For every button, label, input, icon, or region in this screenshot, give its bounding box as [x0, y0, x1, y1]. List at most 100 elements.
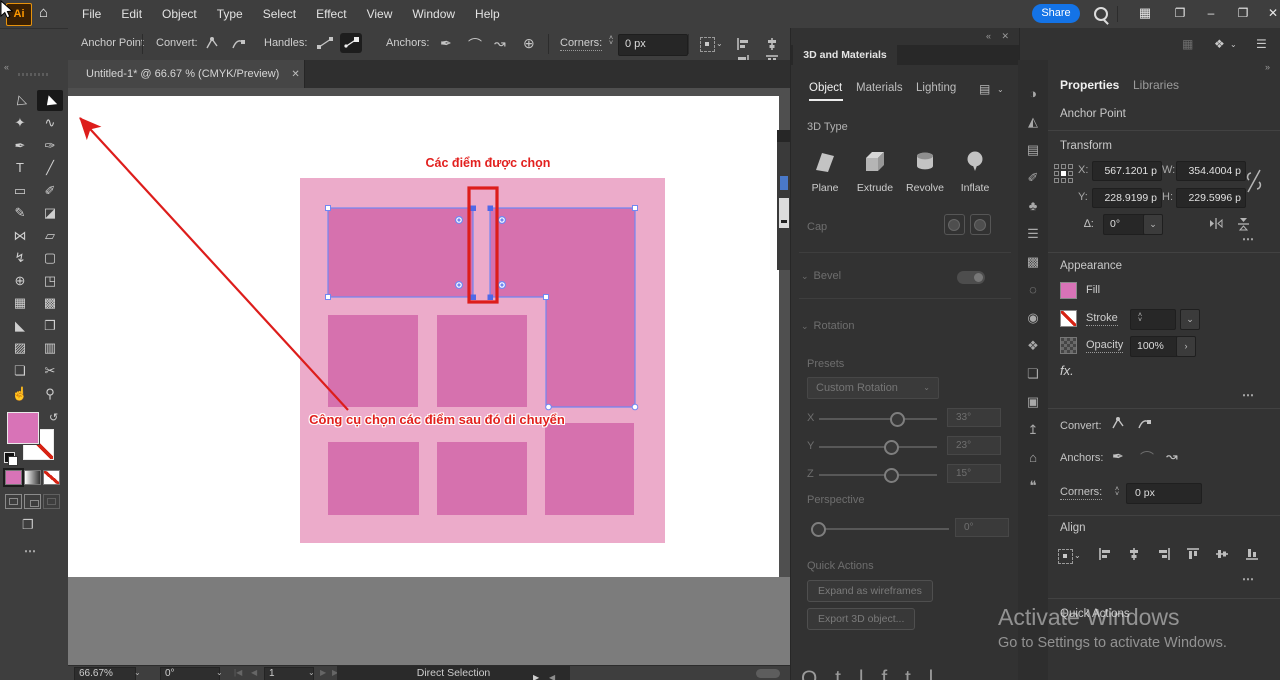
- next-artboard-icon[interactable]: ▶: [320, 668, 326, 677]
- toolbar-collapse-icon[interactable]: «: [4, 62, 9, 72]
- rotation-presets-dropdown[interactable]: Custom Rotation ⌄: [807, 377, 939, 399]
- artwork-top-left-rect[interactable]: [328, 208, 473, 297]
- props-align-top-icon[interactable]: [1186, 547, 1200, 561]
- artboard-tool[interactable]: ❏: [7, 360, 33, 381]
- color-guide-panel-icon[interactable]: ◭: [1018, 114, 1048, 130]
- appearance-more-icon[interactable]: ⋯: [1242, 388, 1256, 402]
- rotation-field[interactable]: 0°: [160, 667, 220, 680]
- shape-builder-tool[interactable]: ⊕: [7, 270, 33, 291]
- libraries-panel-icon[interactable]: ⌂: [1018, 450, 1048, 465]
- artwork-bottom-rect-3[interactable]: [545, 423, 634, 515]
- rotation-y-slider[interactable]: Y 23°: [807, 438, 1003, 454]
- stroke-weight-chevron-icon[interactable]: ⌄: [1180, 309, 1200, 330]
- column-graph-tool[interactable]: ▥: [37, 337, 63, 358]
- x-field[interactable]: 567.1201 p: [1092, 161, 1162, 181]
- comments-panel-icon[interactable]: ❝: [1018, 478, 1048, 494]
- props-align-left-icon[interactable]: [1098, 547, 1112, 561]
- minimize-button[interactable]: –: [1196, 0, 1226, 26]
- menu-type[interactable]: Type: [207, 7, 253, 21]
- prev-artboard-icon[interactable]: ◀: [251, 668, 257, 677]
- menu-help[interactable]: Help: [465, 7, 510, 21]
- zoom-tool[interactable]: ⚲: [37, 383, 63, 404]
- artboard-number-field[interactable]: 1: [264, 667, 314, 680]
- panel-tab-3d-materials[interactable]: 3D and Materials: [793, 45, 897, 65]
- type-tool[interactable]: T: [7, 157, 33, 178]
- asset-export-panel-icon[interactable]: ↥: [1018, 422, 1048, 438]
- swatches-panel-icon[interactable]: ▤: [1018, 142, 1048, 158]
- artboards-panel-icon[interactable]: ▣: [1018, 394, 1048, 410]
- corners-value-field[interactable]: 0 px: [618, 34, 688, 56]
- close-button[interactable]: ✕: [1258, 0, 1280, 26]
- eyedropper-tool[interactable]: ◣: [7, 315, 33, 336]
- color-panel-icon[interactable]: ◑: [1018, 86, 1048, 101]
- puppet-warp-tool[interactable]: ↯: [7, 247, 33, 268]
- menu-select[interactable]: Select: [253, 7, 306, 21]
- mesh-tool[interactable]: ▦: [7, 292, 33, 313]
- symbol-sprayer-tool[interactable]: ❐: [37, 315, 63, 336]
- type-extrude[interactable]: Extrude: [852, 148, 898, 194]
- eraser-tool[interactable]: ◪: [37, 202, 63, 223]
- props-convert-smooth-icon[interactable]: [1136, 416, 1152, 430]
- share-button[interactable]: Share: [1032, 4, 1080, 23]
- first-artboard-icon[interactable]: |◀: [234, 668, 242, 677]
- lasso-tool[interactable]: ∿: [37, 112, 63, 133]
- flip-vertical-icon[interactable]: [1236, 216, 1252, 231]
- corners-label[interactable]: Corners:: [560, 37, 602, 51]
- rotation-chevron-icon[interactable]: ⌄: [216, 668, 223, 677]
- symbols-panel-icon[interactable]: ♣: [1018, 198, 1048, 213]
- type-plane[interactable]: Plane: [802, 148, 848, 194]
- search-icon[interactable]: [1094, 7, 1108, 21]
- rotation-x-slider[interactable]: X 33°: [807, 410, 1003, 426]
- reflect-tool[interactable]: ⋈: [7, 225, 33, 246]
- props-corner-anchor-icon[interactable]: ↝: [1166, 448, 1178, 465]
- props-align-to-chevron-icon[interactable]: ⌄: [1074, 551, 1081, 560]
- rotation-z-slider[interactable]: Z 15°: [807, 466, 1003, 482]
- menu-file[interactable]: File: [72, 7, 111, 21]
- menu-edit[interactable]: Edit: [111, 7, 152, 21]
- document-layout-icon[interactable]: ❐: [1165, 0, 1195, 26]
- tab-properties[interactable]: Properties: [1060, 78, 1119, 92]
- shaper-tool[interactable]: ▨: [7, 337, 33, 358]
- canvas[interactable]: Các điểm được chọn Công cụ chọn các điểm…: [68, 88, 790, 665]
- draw-normal-icon[interactable]: [5, 494, 22, 509]
- expand-wireframes-button[interactable]: Expand as wireframes: [807, 580, 933, 602]
- color-button[interactable]: [5, 470, 22, 485]
- zoom-level-field[interactable]: 66.67%: [74, 667, 136, 680]
- draw-inside-icon[interactable]: [43, 494, 60, 509]
- tab-materials[interactable]: Materials: [856, 82, 903, 94]
- convert-corner-icon[interactable]: [201, 33, 223, 53]
- rotate-field[interactable]: 0°: [1103, 214, 1147, 235]
- reference-point-locator[interactable]: [1054, 164, 1073, 183]
- tab-close-icon[interactable]: ✕: [291, 69, 299, 80]
- graphic-styles-panel-icon[interactable]: ❖: [1018, 338, 1048, 354]
- link-dimensions-icon[interactable]: [1246, 166, 1262, 196]
- align-more-icon[interactable]: ⋯: [1242, 572, 1256, 586]
- transparency-panel-icon[interactable]: ◌: [1018, 282, 1048, 297]
- type-inflate[interactable]: Inflate: [952, 148, 998, 194]
- dock-collapse-icon[interactable]: »: [1265, 62, 1270, 72]
- app-logo-icon[interactable]: Ai: [6, 3, 32, 26]
- curvature-tool[interactable]: ✑: [37, 135, 63, 156]
- artwork-mid-rect-1[interactable]: [328, 315, 418, 407]
- artwork-mid-rect-2[interactable]: [437, 315, 527, 407]
- hide-handles-icon[interactable]: [340, 33, 362, 53]
- panel-close-icon[interactable]: ✕: [1001, 31, 1009, 42]
- brushes-panel-icon[interactable]: ✐: [1018, 170, 1048, 186]
- fill-color-swatch[interactable]: [7, 412, 39, 444]
- tab-lighting[interactable]: Lighting: [916, 82, 956, 94]
- workspace-grid-icon[interactable]: ▦: [1182, 37, 1193, 51]
- menu-view[interactable]: View: [357, 7, 403, 21]
- props-align-h-center-icon[interactable]: [1127, 547, 1141, 561]
- export-3d-button[interactable]: Export 3D object...: [807, 608, 915, 630]
- gradient-tool[interactable]: ▩: [37, 292, 63, 313]
- zoom-chevron-icon[interactable]: ⌄: [134, 668, 141, 677]
- line-segment-tool[interactable]: ╱: [37, 157, 63, 178]
- stroke-swatch-small[interactable]: [1060, 310, 1077, 327]
- h-field[interactable]: 229.5996 p: [1176, 188, 1246, 208]
- cap-hollow-button[interactable]: [970, 214, 991, 235]
- toolbar-grip[interactable]: [18, 73, 50, 76]
- edit-toolbar-icon[interactable]: ⋯: [24, 544, 38, 558]
- home-icon[interactable]: ⌂: [39, 4, 48, 21]
- default-fill-stroke-icon[interactable]: [4, 452, 15, 463]
- menu-effect[interactable]: Effect: [306, 7, 356, 21]
